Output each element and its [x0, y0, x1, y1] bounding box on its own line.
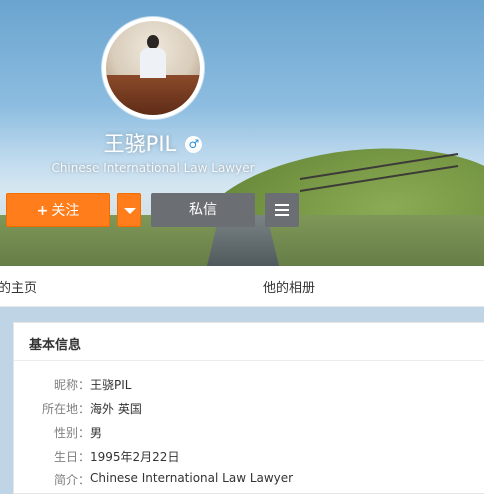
profile-name: 王骁PIL [103, 132, 177, 156]
profile-cover: 王骁PIL ♂ Chinese International Law Lawyer… [0, 0, 484, 266]
info-label: 简介： [53, 473, 90, 487]
avatar-person [140, 35, 166, 79]
info-value: 男 [90, 426, 103, 440]
profile-name-row: 王骁PIL ♂ [0, 128, 306, 158]
info-value: 海外 英国 [90, 402, 142, 416]
info-value: 1995年2月22日 [90, 450, 180, 464]
menu-button[interactable] [265, 193, 299, 227]
tab-albums[interactable]: 他的相册 [263, 277, 315, 296]
info-label: 生日： [53, 450, 90, 464]
profile-tabbar: 的主页 他的相册 [0, 266, 484, 307]
male-icon: ♂ [185, 136, 203, 153]
tab-homepage[interactable]: 的主页 [0, 277, 37, 296]
info-label: 昵称： [53, 378, 90, 392]
card-title: 基本信息 [29, 338, 82, 353]
plus-icon: + [36, 203, 49, 219]
follow-button[interactable]: + 关注 [6, 193, 110, 227]
follow-button-label: 关注 [51, 203, 80, 219]
menu-icon [275, 204, 289, 206]
caret-down-icon [124, 208, 136, 214]
message-button-label: 私信 [189, 202, 217, 218]
info-value: 王骁PIL [90, 378, 132, 392]
message-button[interactable]: 私信 [151, 193, 255, 227]
info-label: 性别： [53, 426, 90, 440]
info-label: 所在地： [41, 402, 90, 416]
basic-info-card: 基本信息 昵称： 王骁PIL 所在地： 海外 英国 性别： 男 生日： 1995… [13, 322, 484, 494]
avatar-desk [106, 75, 200, 115]
profile-intro: Chinese International Law Lawyer [51, 161, 255, 175]
card-divider [14, 360, 484, 361]
avatar-photo [106, 21, 200, 115]
follow-options-button[interactable] [117, 193, 141, 227]
avatar[interactable] [102, 17, 204, 119]
info-value: Chinese International Law Lawyer [90, 471, 294, 485]
